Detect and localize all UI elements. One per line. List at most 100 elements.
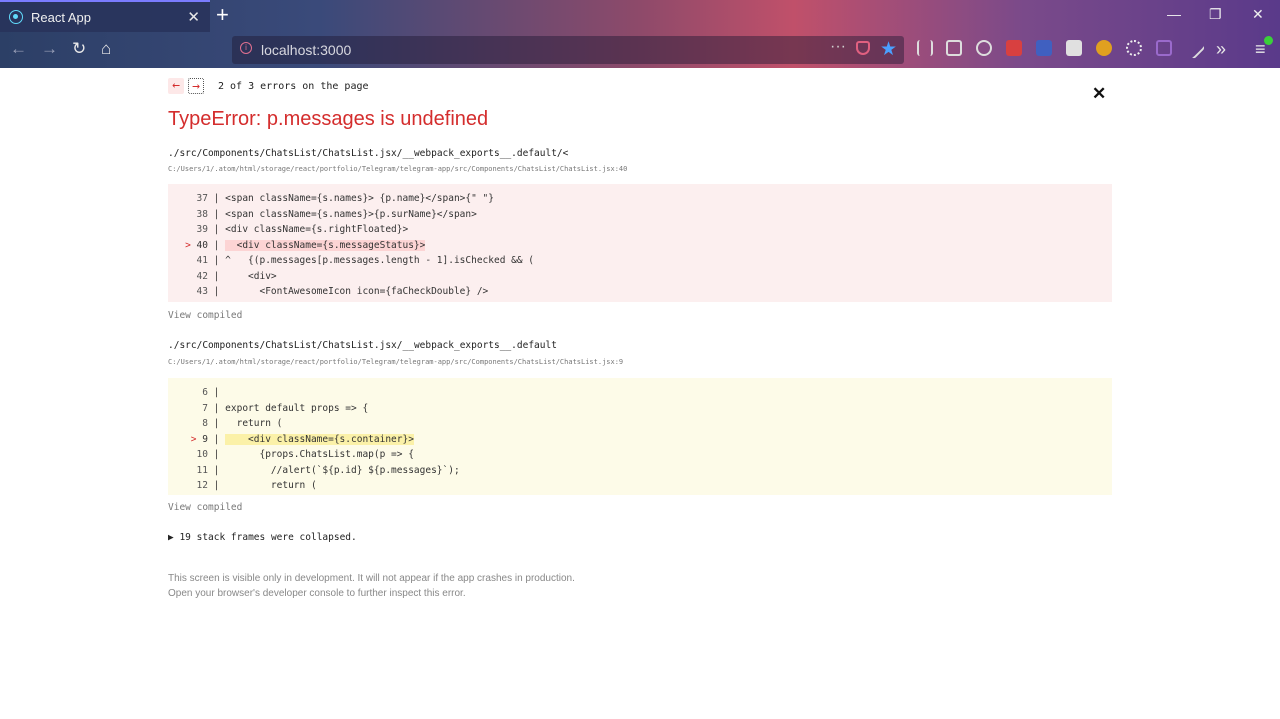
- code-line: 8 | return (: [168, 416, 1112, 432]
- stack-frame-path[interactable]: C:/Users/1/.atom/html/storage/react/port…: [168, 358, 623, 366]
- line-number: 41: [168, 253, 208, 269]
- line-number: 6: [168, 385, 208, 401]
- line-number: 43: [168, 284, 208, 300]
- pocket-icon[interactable]: [856, 41, 870, 55]
- bookmark-star-icon[interactable]: ★: [880, 38, 897, 61]
- gutter-separator: |: [208, 208, 226, 220]
- dev-notice-line: Open your browser's developer console to…: [168, 588, 466, 599]
- line-number: 39: [168, 222, 208, 238]
- code-line: > 9 | <div className={s.container}>: [168, 432, 1112, 448]
- browser-tab[interactable]: React App ✕: [0, 0, 210, 32]
- code-text: <FontAwesomeIcon icon={faCheckDouble} />: [225, 286, 489, 297]
- code-line: 10 | {props.ChatsList.map(p => {: [168, 447, 1112, 463]
- collapsed-stack-frames-toggle[interactable]: ▶ 19 stack frames were collapsed.: [168, 532, 357, 543]
- reload-icon[interactable]: ↻: [72, 38, 86, 60]
- error-overlay: ← → 2 of 3 errors on the page ✕ TypeErro…: [0, 68, 1280, 719]
- code-line: 39 | <div className={s.rightFloated}>: [168, 222, 1112, 238]
- code-line: > 40 | <div className={s.messageStatus}>: [168, 238, 1112, 254]
- line-number: 37: [168, 191, 208, 207]
- tab-close-icon[interactable]: ✕: [187, 8, 200, 26]
- error-title: TypeError: p.messages is undefined: [168, 108, 489, 130]
- stack-frame-title[interactable]: ./src/Components/ChatsList/ChatsList.jsx…: [168, 148, 568, 159]
- line-number-text: 11: [196, 464, 208, 476]
- error-navigation: ← → 2 of 3 errors on the page: [168, 78, 369, 94]
- gutter-separator: |: [208, 193, 226, 204]
- previous-error-button[interactable]: ←: [168, 78, 184, 94]
- line-number: 8: [168, 416, 208, 432]
- gutter-separator: |: [208, 224, 226, 235]
- code-text: //alert(`${p.id} ${p.messages}`);: [225, 464, 460, 476]
- code-text: <span className={s.names}> {p.name}</spa…: [225, 193, 494, 204]
- code-line: 6 |: [168, 385, 1112, 401]
- translate-extension-icon[interactable]: [1036, 40, 1052, 56]
- gutter-separator: |: [208, 270, 226, 282]
- gutter-separator: | ^: [208, 255, 237, 266]
- line-number-text: 43: [196, 286, 208, 297]
- address-bar[interactable]: i localhost:3000 ··· ★: [232, 36, 904, 64]
- gutter-separator: |: [208, 387, 226, 398]
- line-number-text: 12: [196, 480, 208, 491]
- settings-gear-icon[interactable]: [1126, 40, 1142, 56]
- restore-button[interactable]: ❐: [1209, 6, 1222, 23]
- close-overlay-button[interactable]: ✕: [1092, 84, 1106, 104]
- account-icon[interactable]: [976, 40, 992, 56]
- containers-icon[interactable]: [1156, 40, 1172, 56]
- code-line: 11 | //alert(`${p.id} ${p.messages}`);: [168, 463, 1112, 479]
- window-close-button[interactable]: ✕: [1252, 6, 1264, 23]
- code-snippet: 6 | 7 | export default props => { 8 | re…: [168, 378, 1112, 495]
- gutter-separator: |: [208, 402, 226, 414]
- overflow-chevron-icon[interactable]: »: [1216, 38, 1226, 60]
- extension-colorful-icon[interactable]: [1096, 40, 1112, 56]
- code-line: 38 | <span className={s.names}>{p.surNam…: [168, 207, 1112, 223]
- line-number-text: 38: [196, 208, 208, 220]
- line-number-text: 40: [196, 239, 208, 251]
- dev-notice-line: This screen is visible only in developme…: [168, 573, 575, 584]
- minimize-button[interactable]: —: [1167, 6, 1181, 22]
- line-number: 7: [168, 401, 208, 417]
- react-favicon-icon: [9, 10, 23, 24]
- code-text: <div className={s.container}>: [225, 433, 414, 445]
- site-info-icon[interactable]: i: [240, 42, 252, 54]
- line-number: 11: [168, 463, 208, 479]
- line-number: 42: [168, 269, 208, 285]
- line-number: > 40: [168, 238, 208, 254]
- gutter-separator: |: [208, 433, 226, 445]
- code-line: 7 | export default props => {: [168, 401, 1112, 417]
- code-line: 41 | ^ {(p.messages[p.messages.length - …: [168, 253, 1112, 269]
- home-icon[interactable]: ⌂: [101, 38, 111, 60]
- next-error-button[interactable]: →: [188, 78, 204, 94]
- code-text: {(p.messages[p.messages.length - 1].isCh…: [236, 255, 535, 266]
- library-icon[interactable]: [917, 40, 933, 56]
- extension-red-icon[interactable]: [1006, 40, 1022, 56]
- url-text[interactable]: localhost:3000: [261, 42, 351, 58]
- extension-gray-icon[interactable]: [1066, 40, 1082, 56]
- line-number-text: 39: [196, 224, 208, 235]
- page-actions-icon[interactable]: ···: [830, 38, 846, 56]
- line-number: > 9: [168, 432, 208, 448]
- line-number-text: 10: [196, 449, 208, 460]
- view-compiled-link[interactable]: View compiled: [168, 310, 242, 321]
- stack-frame-title[interactable]: ./src/Components/ChatsList/ChatsList.jsx…: [168, 340, 557, 351]
- forward-arrow-icon[interactable]: →: [41, 38, 58, 60]
- code-snippet: 37 | <span className={s.names}> {p.name}…: [168, 184, 1112, 302]
- gutter-separator: |: [208, 286, 226, 297]
- code-text: return (: [225, 480, 317, 491]
- code-text: <div>: [225, 270, 277, 282]
- view-compiled-link[interactable]: View compiled: [168, 502, 242, 513]
- sidebar-icon[interactable]: [946, 40, 962, 56]
- line-number-text: 37: [196, 193, 208, 204]
- stack-frame-path[interactable]: C:/Users/1/.atom/html/storage/react/port…: [168, 165, 627, 173]
- code-line: 43 | <FontAwesomeIcon icon={faCheckDoubl…: [168, 284, 1112, 300]
- line-number-text: 42: [196, 270, 208, 282]
- line-number: 10: [168, 447, 208, 463]
- error-line-marker: >: [190, 433, 197, 445]
- code-line: 12 | return (: [168, 478, 1112, 494]
- gutter-separator: |: [208, 480, 226, 491]
- code-line: 37 | <span className={s.names}> {p.name}…: [168, 191, 1112, 207]
- new-tab-button[interactable]: +: [216, 3, 229, 27]
- code-text: return (: [225, 418, 283, 429]
- back-arrow-icon[interactable]: ←: [10, 38, 27, 60]
- dev-notice: This screen is visible only in developme…: [168, 571, 575, 601]
- gutter-separator: |: [208, 449, 226, 460]
- line-number: 38: [168, 207, 208, 223]
